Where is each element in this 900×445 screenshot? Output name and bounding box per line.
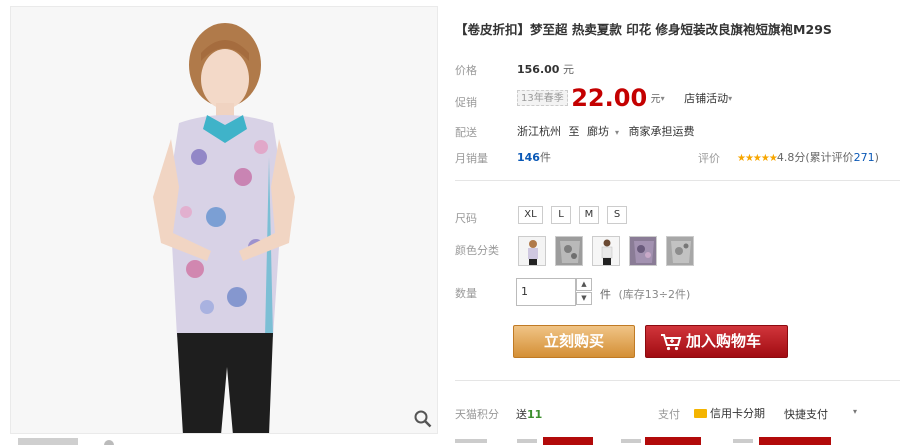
chevron-down-icon[interactable]: ▾ [615, 128, 619, 137]
product-main-image[interactable] [10, 6, 438, 434]
points-prefix: 送 [516, 408, 527, 421]
size-label: 尺码 [455, 212, 477, 225]
review-count-link[interactable]: 271 [854, 151, 875, 164]
size-option-xl[interactable]: XL [518, 206, 543, 224]
rating-stars: ★★★★★ [737, 153, 778, 164]
price-label: 价格 [455, 64, 477, 77]
chevron-down-icon[interactable]: ▾ [728, 94, 732, 103]
payment-label: 支付 [658, 408, 680, 421]
add-to-cart-label: 加入购物车 [686, 332, 762, 350]
points-number: 11 [527, 408, 543, 421]
promo-price-unit: 元 [650, 94, 661, 105]
promo-price: 22.00 [571, 84, 648, 112]
section-divider [455, 380, 900, 381]
monthly-sales-label: 月销量 [455, 152, 488, 165]
credit-card-icon [694, 409, 707, 418]
size-option-l[interactable]: L [551, 206, 571, 224]
rating-score: 4.8分(累计评价 [776, 151, 854, 164]
color-label: 颜色分类 [455, 244, 499, 257]
quantity-label: 数量 [455, 287, 477, 300]
color-swatch[interactable] [629, 236, 657, 266]
size-option-s[interactable]: S [607, 206, 627, 224]
rating-label: 评价 [698, 152, 720, 165]
thumbnail-strip[interactable] [18, 438, 78, 445]
product-photo [11, 7, 437, 433]
stock-info: (库存13÷2件) [618, 288, 691, 301]
swatch-fabric-image [667, 237, 693, 265]
quantity-input[interactable]: 1 [516, 278, 576, 306]
ship-to-word: 至 [568, 125, 580, 138]
color-swatch[interactable] [555, 236, 583, 266]
cart-icon [661, 334, 682, 351]
ship-from: 浙江杭州 [517, 125, 561, 138]
section-divider [455, 180, 900, 181]
monthly-sales-count: 146 [517, 151, 540, 164]
clipped-service-row [455, 437, 900, 445]
shop-activity-link[interactable]: 店铺活动 [684, 92, 728, 105]
stepper-up-icon[interactable]: ▲ [576, 278, 592, 291]
points-label: 天猫积分 [455, 408, 499, 421]
product-detail-panel: 【卷皮折扣】梦至超 热卖夏款 印花 修身短装改良旗袍短旗袍M29S 价格 156… [455, 0, 900, 445]
original-price-unit: 元 [562, 63, 574, 76]
quantity-unit: 件 [600, 288, 611, 301]
product-title: 【卷皮折扣】梦至超 热卖夏款 印花 修身短装改良旗袍短旗袍M29S [455, 22, 832, 37]
swatch-model-image [519, 237, 545, 265]
swatch-model-image [593, 237, 619, 265]
chevron-down-icon[interactable]: ▾ [853, 407, 857, 416]
points-value: 送11 [516, 406, 542, 422]
size-option-m[interactable]: M [579, 206, 599, 224]
promo-tag: 13年春季 [517, 90, 568, 106]
swatch-fabric-image [630, 237, 656, 265]
buy-now-button[interactable]: 立刻购买 [513, 325, 635, 358]
color-swatch[interactable] [518, 236, 546, 266]
credit-installment-link[interactable]: 信用卡分期 [694, 405, 765, 421]
color-swatch[interactable] [666, 236, 694, 266]
chevron-down-icon[interactable]: ▾ [661, 94, 665, 103]
ship-destination-select[interactable]: 廊坊 [587, 125, 609, 138]
color-swatch[interactable] [592, 236, 620, 266]
zoom-icon[interactable] [413, 409, 433, 429]
shipping-label: 配送 [455, 126, 477, 139]
shipping-fee: 商家承担运费 [628, 125, 695, 138]
stepper-down-icon[interactable]: ▼ [576, 292, 592, 305]
thumbnail-indicator [104, 440, 114, 445]
quick-pay-link[interactable]: 快捷支付 [784, 406, 828, 422]
monthly-sales-unit: 件 [539, 151, 551, 164]
credit-installment-label: 信用卡分期 [710, 407, 765, 420]
add-to-cart-button[interactable]: 加入购物车 [645, 325, 788, 358]
original-price: 156.00 [517, 63, 560, 76]
promo-label: 促销 [455, 96, 477, 109]
rating-close: ) [874, 151, 879, 164]
swatch-fabric-image [556, 237, 582, 265]
